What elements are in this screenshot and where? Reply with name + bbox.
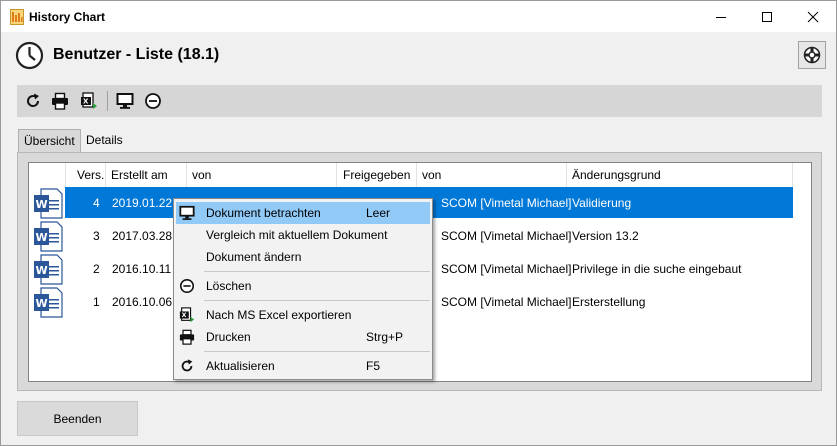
cell-von-freigabe: SCOM [Vimetal Michael]	[441, 196, 572, 210]
excel-export-button[interactable]: X	[79, 91, 99, 111]
menu-separator	[204, 300, 430, 301]
lifebuoy-icon	[803, 46, 821, 64]
column-header-von[interactable]: von	[187, 163, 337, 187]
excel-export-icon: X	[81, 92, 97, 109]
cell-grund: Version 13.2	[572, 229, 639, 243]
menu-item-label: Dokument betrachten	[206, 206, 321, 220]
svg-text:W: W	[36, 264, 48, 277]
tab-uebersicht[interactable]: Übersicht	[18, 129, 81, 153]
cell-von-freigabe: SCOM [Vimetal Michael]	[441, 262, 572, 276]
cell-erstellt: 2016.10.06	[112, 295, 173, 309]
cell-erstellt: 2016.10.11	[112, 262, 172, 276]
toolbar: X	[17, 85, 822, 117]
window-title: History Chart	[29, 10, 106, 24]
cell-vers: 3	[93, 229, 100, 243]
menu-item-drucken[interactable]: Drucken Strg+P	[176, 326, 430, 348]
toolbar-separator	[107, 91, 108, 111]
maximize-button[interactable]	[744, 1, 790, 32]
column-header-aenderungsgrund[interactable]: Änderungsgrund	[567, 163, 793, 187]
column-header-von-freigabe[interactable]: von	[417, 163, 567, 187]
word-document-icon: W	[34, 188, 63, 219]
refresh-icon	[179, 358, 195, 374]
monitor-icon	[116, 93, 134, 109]
svg-text:X: X	[182, 312, 187, 319]
refresh-icon	[27, 93, 40, 107]
svg-text:W: W	[36, 231, 48, 244]
title-bar: History Chart	[1, 1, 836, 32]
menu-separator	[204, 351, 430, 352]
minimize-button[interactable]	[698, 1, 744, 32]
refresh-button[interactable]	[23, 91, 43, 111]
close-icon	[807, 11, 819, 22]
monitor-icon	[179, 205, 195, 221]
cell-grund: Validierung	[572, 196, 632, 210]
cell-vers: 4	[93, 196, 100, 210]
menu-item-label: Aktualisieren	[206, 359, 275, 373]
menu-item-dokument-aendern[interactable]: Dokument ändern	[176, 246, 430, 268]
cell-erstellt: 2019.01.22	[112, 196, 173, 210]
close-button[interactable]	[790, 1, 836, 32]
word-document-icon: W	[34, 254, 63, 285]
page-title: Benutzer - Liste (18.1)	[53, 46, 220, 63]
word-document-icon: W	[34, 287, 63, 318]
word-document-icon: W	[34, 221, 63, 252]
column-header-erstellt[interactable]: Erstellt am	[106, 163, 187, 187]
menu-separator	[204, 271, 430, 272]
menu-item-loeschen[interactable]: Löschen	[176, 275, 430, 297]
tab-details[interactable]: Details	[81, 129, 128, 152]
print-button[interactable]	[50, 91, 70, 111]
menu-item-shortcut: F5	[366, 359, 381, 373]
cell-vers: 1	[93, 295, 100, 309]
minimize-icon	[716, 16, 726, 18]
menu-item-vergleich[interactable]: Vergleich mit aktuellem Dokument	[176, 224, 430, 246]
delete-button[interactable]	[143, 91, 163, 111]
cell-vers: 2	[93, 262, 100, 276]
view-document-button[interactable]	[115, 91, 135, 111]
cell-erstellt: 2017.03.28	[112, 229, 173, 243]
help-button[interactable]	[798, 41, 826, 69]
excel-export-icon: X	[179, 307, 195, 323]
beenden-button[interactable]: Beenden	[17, 401, 138, 436]
column-header-vers[interactable]: Vers.	[66, 163, 106, 187]
context-menu: Dokument betrachten Leer Vergleich mit a…	[173, 198, 433, 380]
menu-item-label: Drucken	[206, 330, 251, 344]
maximize-icon	[762, 11, 772, 22]
svg-text:X: X	[83, 98, 89, 106]
app-icon	[10, 9, 24, 25]
minus-circle-icon	[179, 278, 195, 294]
column-header-freigegeben[interactable]: Freigegeben	[337, 163, 417, 187]
printer-icon	[52, 92, 68, 110]
menu-item-excel-export[interactable]: X Nach MS Excel exportieren	[176, 304, 430, 326]
svg-text:W: W	[36, 198, 48, 211]
menu-item-label: Löschen	[206, 279, 252, 293]
menu-item-dokument-betrachten[interactable]: Dokument betrachten Leer	[176, 202, 430, 224]
table-header: Vers. Erstellt am von Freigegeben von Än…	[29, 163, 811, 187]
menu-item-label: Vergleich mit aktuellem Dokument	[206, 228, 388, 242]
menu-item-aktualisieren[interactable]: Aktualisieren F5	[176, 355, 430, 377]
menu-item-label: Nach MS Excel exportieren	[206, 308, 352, 322]
svg-text:W: W	[36, 297, 48, 310]
cell-grund: Ersterstellung	[572, 295, 646, 309]
printer-icon	[179, 329, 195, 345]
cell-von-freigabe: SCOM [Vimetal Michael]	[441, 229, 572, 243]
column-header-icon	[29, 163, 66, 187]
history-clock-icon	[15, 41, 44, 70]
history-chart-window: History Chart Benutzer - Liste (18.1) X …	[0, 0, 837, 446]
cell-von-freigabe: SCOM [Vimetal Michael]	[441, 295, 572, 309]
menu-item-shortcut: Strg+P	[366, 330, 404, 344]
minus-circle-icon	[145, 93, 161, 109]
cell-grund: Privilege in die suche eingebaut	[572, 262, 742, 276]
menu-item-label: Dokument ändern	[206, 250, 302, 264]
menu-item-shortcut: Leer	[366, 206, 391, 220]
